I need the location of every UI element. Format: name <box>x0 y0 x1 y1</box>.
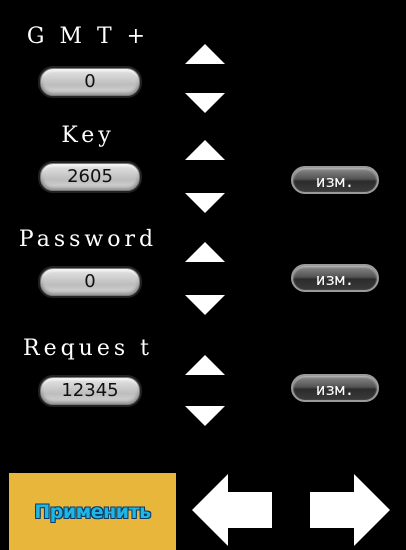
password-value-field[interactable]: 0 <box>40 268 140 296</box>
password-label: Password <box>18 227 158 252</box>
key-label: Key <box>61 123 115 148</box>
request-edit-button[interactable]: изм. <box>291 374 379 402</box>
arrow-right-icon[interactable] <box>308 470 394 550</box>
apply-button-label: Применить <box>34 500 151 523</box>
gmt-increment-triangle-up-icon[interactable] <box>185 44 225 64</box>
gmt-value-field[interactable]: 0 <box>40 68 140 96</box>
password-increment-triangle-up-icon[interactable] <box>185 242 225 262</box>
gmt-label: G M T + <box>26 24 150 49</box>
key-increment-triangle-up-icon[interactable] <box>185 140 225 160</box>
request-label: Reques t <box>23 336 153 361</box>
apply-button[interactable]: Применить <box>9 473 176 550</box>
password-decrement-triangle-down-icon[interactable] <box>185 295 225 315</box>
arrow-left-icon[interactable] <box>188 470 274 550</box>
key-decrement-triangle-down-icon[interactable] <box>185 193 225 213</box>
key-edit-button[interactable]: изм. <box>291 166 379 194</box>
request-value-field[interactable]: 12345 <box>40 377 140 405</box>
request-decrement-triangle-down-icon[interactable] <box>185 406 225 426</box>
gmt-decrement-triangle-down-icon[interactable] <box>185 93 225 113</box>
request-increment-triangle-up-icon[interactable] <box>185 355 225 375</box>
password-edit-button[interactable]: изм. <box>291 264 379 292</box>
key-value-field[interactable]: 2605 <box>40 163 140 191</box>
